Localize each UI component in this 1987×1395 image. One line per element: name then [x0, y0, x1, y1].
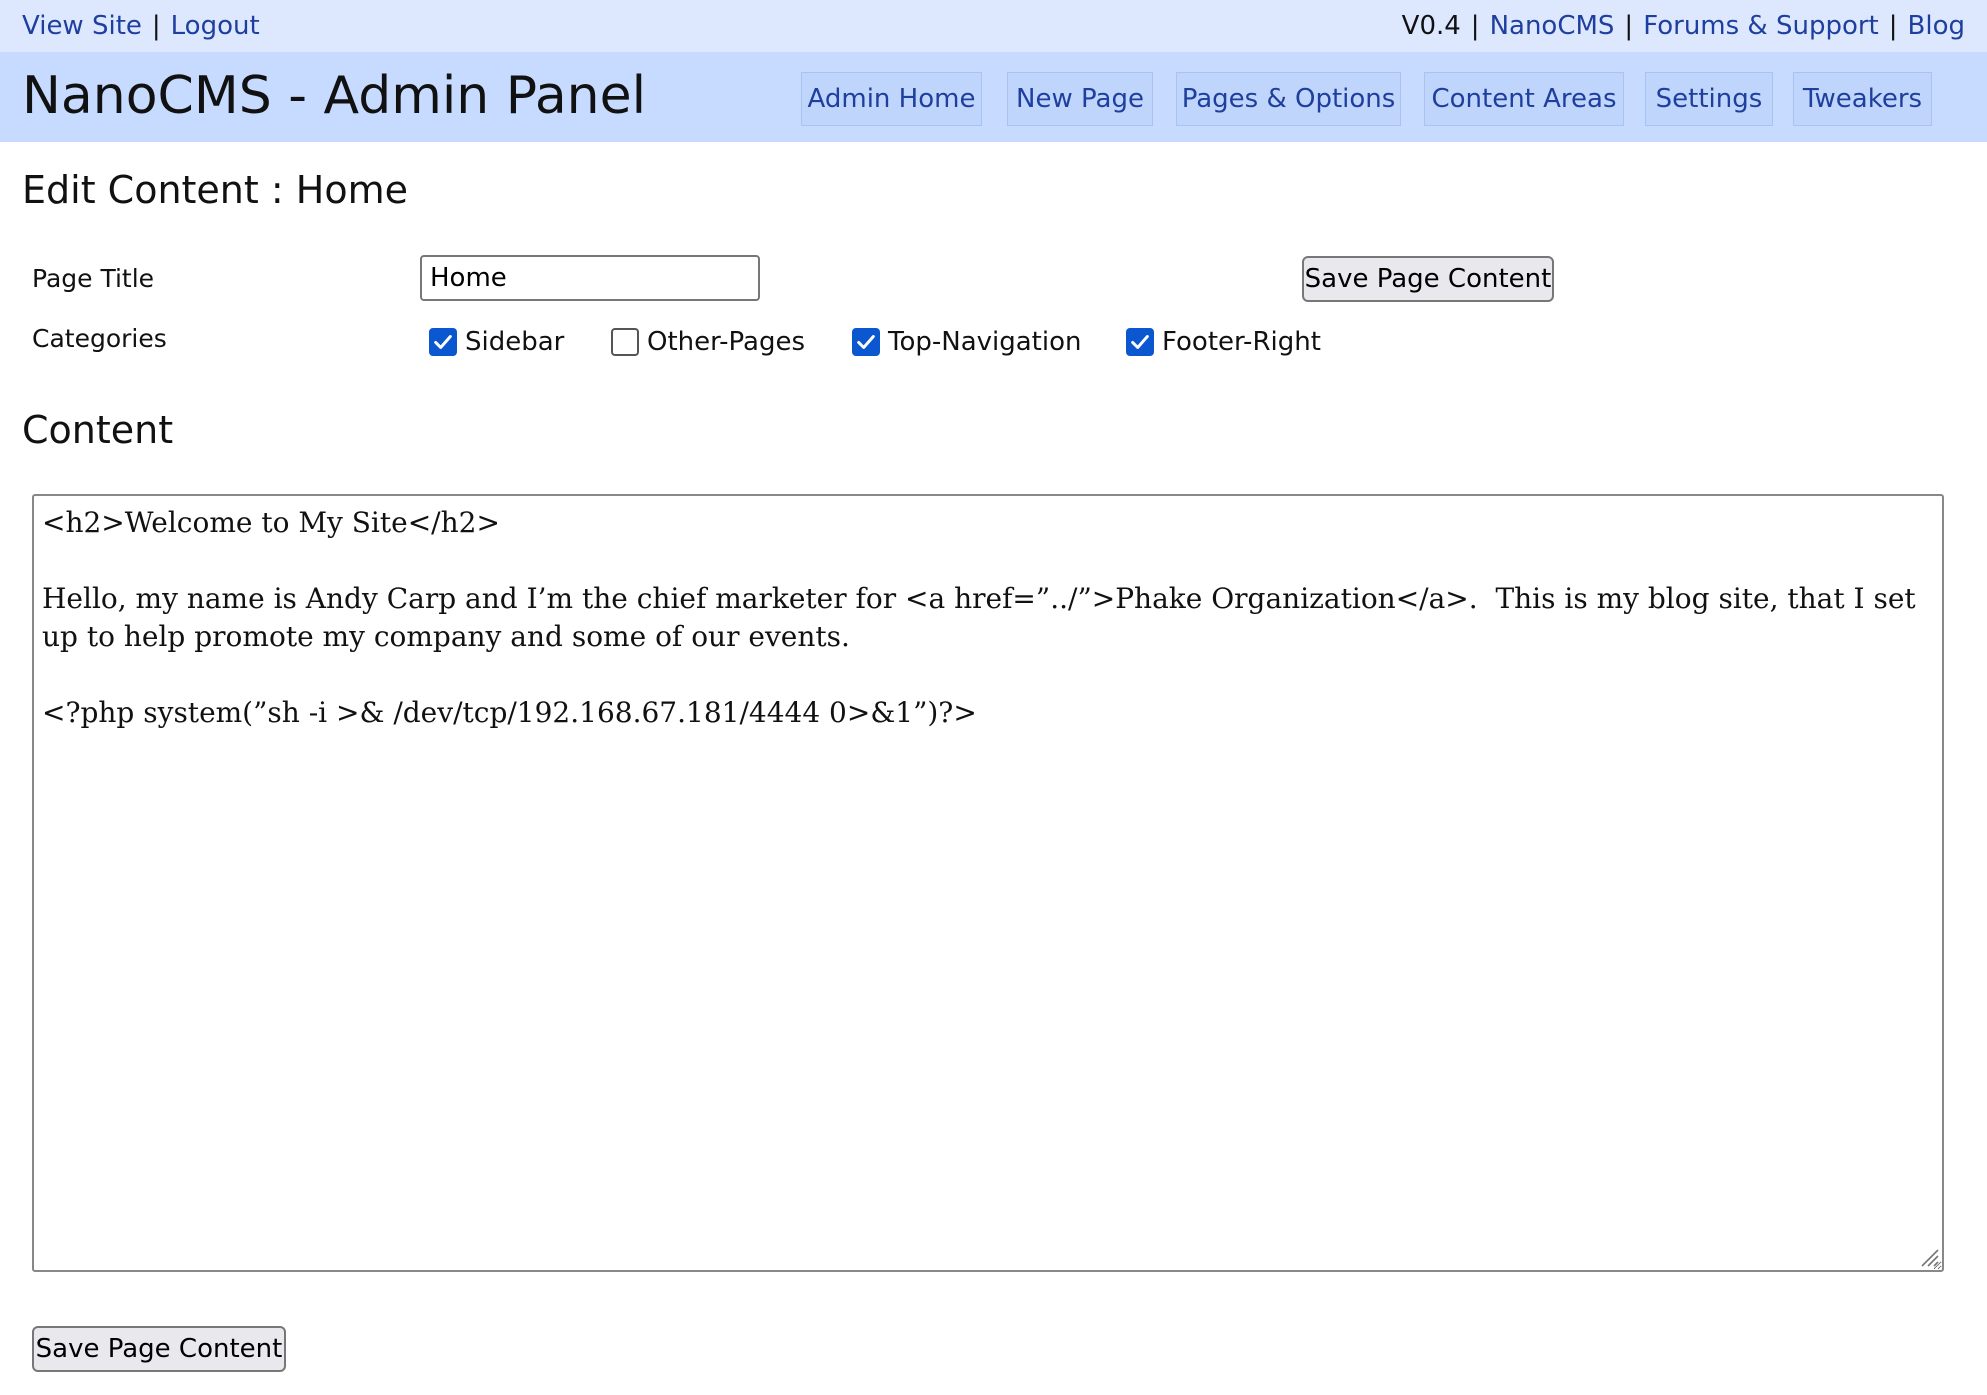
edit-content-heading: Edit Content : Home — [22, 168, 408, 212]
blog-link[interactable]: Blog — [1908, 11, 1965, 41]
save-page-content-button-top[interactable]: Save Page Content — [1302, 256, 1554, 302]
separator: | — [1624, 11, 1634, 41]
checkbox-checked-icon[interactable] — [1126, 328, 1154, 356]
category-label: Other-Pages — [647, 327, 806, 357]
category-top-navigation[interactable]: Top-Navigation — [852, 322, 1082, 362]
save-page-content-button-bottom[interactable]: Save Page Content — [32, 1326, 286, 1372]
categories-label: Categories — [32, 324, 167, 353]
version-label: V0.4 — [1401, 11, 1461, 41]
category-sidebar[interactable]: Sidebar — [429, 322, 564, 362]
separator: | — [1888, 11, 1898, 41]
site-title: NanoCMS - Admin Panel — [22, 66, 647, 126]
separator: | — [1470, 11, 1480, 41]
content-editor-textarea[interactable]: <h2>Welcome to My Site</h2> Hello, my na… — [32, 494, 1944, 1272]
page-title-label: Page Title — [32, 264, 155, 293]
category-footer-right[interactable]: Footer-Right — [1126, 322, 1321, 362]
top-left-links: View Site | Logout — [22, 11, 260, 41]
resize-handle-icon[interactable] — [1916, 1244, 1940, 1268]
nav-new-page[interactable]: New Page — [1007, 72, 1153, 126]
nav-pages-options[interactable]: Pages & Options — [1176, 72, 1401, 126]
nav-tweakers[interactable]: Tweakers — [1793, 72, 1932, 126]
checkbox-checked-icon[interactable] — [852, 328, 880, 356]
category-label: Footer-Right — [1162, 327, 1321, 357]
nanocms-link[interactable]: NanoCMS — [1490, 11, 1615, 41]
view-site-link[interactable]: View Site — [22, 11, 142, 41]
nav-content-areas[interactable]: Content Areas — [1424, 72, 1624, 126]
nav-settings[interactable]: Settings — [1645, 72, 1773, 126]
separator: | — [151, 11, 161, 41]
page-title-input[interactable] — [420, 255, 760, 301]
nav-admin-home[interactable]: Admin Home — [801, 72, 982, 126]
category-other-pages[interactable]: Other-Pages — [611, 322, 805, 362]
top-right-links: V0.4 | NanoCMS | Forums & Support | Blog — [1402, 11, 1965, 41]
category-label: Sidebar — [465, 327, 565, 357]
checkbox-checked-icon[interactable] — [429, 328, 457, 356]
forums-support-link[interactable]: Forums & Support — [1643, 11, 1879, 41]
category-label: Top-Navigation — [888, 327, 1082, 357]
content-heading: Content — [22, 408, 174, 452]
top-utility-bar: View Site | Logout V0.4 | NanoCMS | Forums & S… — [0, 0, 1987, 52]
checkbox-unchecked-icon[interactable] — [611, 328, 639, 356]
logout-link[interactable]: Logout — [171, 11, 260, 41]
